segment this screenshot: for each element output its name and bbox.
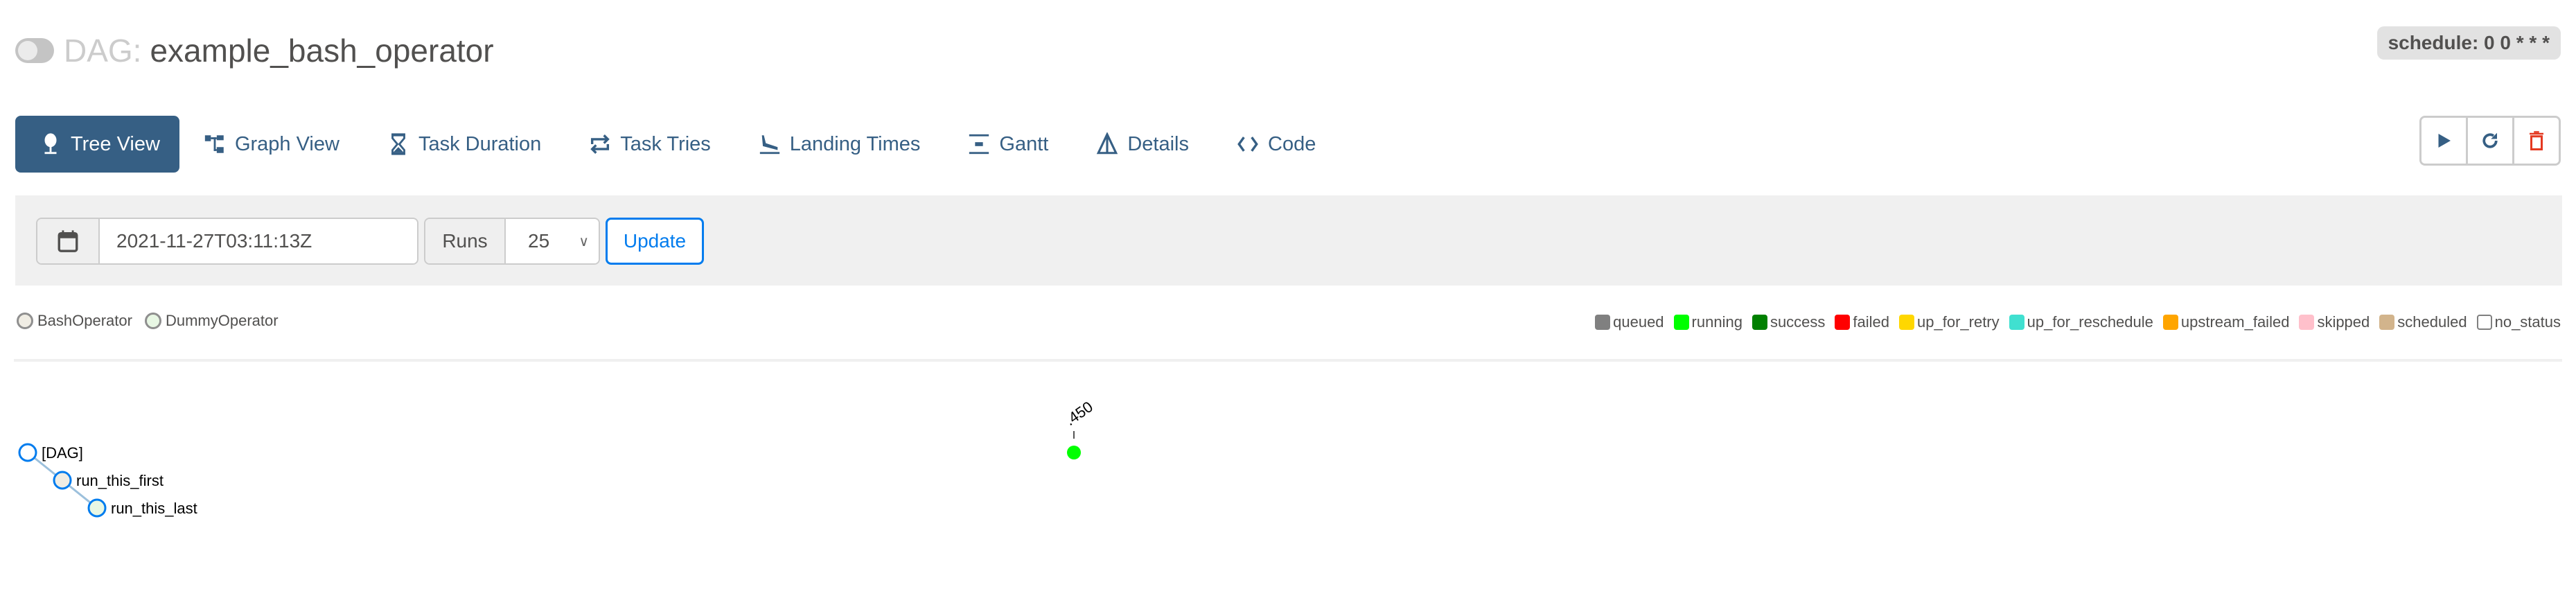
- legend-state-up-for-reschedule: up_for_reschedule: [2009, 313, 2153, 331]
- legend-dummy-operator: DummyOperator: [144, 312, 279, 330]
- state-label: up_for_retry: [1917, 313, 2000, 331]
- delete-dag-button[interactable]: [2512, 118, 2559, 164]
- tab-details[interactable]: Details: [1072, 116, 1212, 173]
- details-icon: [1095, 132, 1119, 156]
- state-swatch: [1899, 315, 1915, 330]
- runs-value: 25: [528, 230, 550, 252]
- tab-gantt[interactable]: Gantt: [944, 116, 1072, 173]
- state-label: queued: [1613, 313, 1664, 331]
- tree-node-label[interactable]: run_this_first: [76, 472, 164, 489]
- divider: [14, 359, 2562, 362]
- legend-state-skipped: skipped: [2299, 313, 2370, 331]
- trash-icon: [2530, 131, 2543, 150]
- tree-node[interactable]: run_this_last: [87, 498, 197, 518]
- state-label: skipped: [2317, 313, 2370, 331]
- tab-label: Gantt: [999, 132, 1049, 155]
- operator-swatch: [144, 313, 161, 329]
- toggle-knob: [18, 41, 37, 60]
- tab-landing-times[interactable]: Landing Times: [734, 116, 944, 173]
- state-swatch: [1835, 315, 1851, 330]
- state-swatch: [1673, 315, 1689, 330]
- state-label: scheduled: [2397, 313, 2467, 331]
- tab-label: Graph View: [234, 132, 339, 155]
- legend-state-up-for-retry: up_for_retry: [1899, 313, 2000, 331]
- dag-title: example_bash_operator: [150, 33, 494, 69]
- dag-run-label[interactable]: .450: [1062, 398, 1096, 429]
- state-swatch: [2299, 315, 2315, 330]
- schedule-badge: schedule: 0 0 * * *: [2376, 26, 2561, 60]
- state-swatch: [2162, 315, 2178, 330]
- legend-state-no-status: no_status: [2476, 313, 2561, 331]
- trigger-dag-button[interactable]: [2421, 118, 2466, 164]
- legend-bash-operator: BashOperator: [17, 312, 132, 330]
- runs-select[interactable]: 25 ∨: [506, 219, 599, 263]
- legend-state-queued: queued: [1595, 313, 1664, 331]
- legend-state-upstream-failed: upstream_failed: [2162, 313, 2290, 331]
- operator-legend: BashOperator DummyOperator: [17, 312, 291, 330]
- filter-bar: Runs 25 ∨ Update: [15, 195, 2562, 286]
- tree-view-canvas: [DAG] run_this_first run_this_last .450: [18, 398, 1096, 518]
- state-swatch: [2476, 315, 2492, 330]
- update-button[interactable]: Update: [606, 218, 704, 265]
- tree-node-circle[interactable]: [87, 498, 107, 518]
- legend-state-scheduled: scheduled: [2379, 313, 2467, 331]
- tree-node-circle[interactable]: [53, 471, 72, 490]
- state-label: success: [1770, 313, 1826, 331]
- dag-header: DAG: example_bash_operator: [15, 32, 494, 69]
- state-label: running: [1691, 313, 1743, 331]
- state-swatch: [2379, 315, 2395, 330]
- tab-task-duration[interactable]: Task Duration: [363, 116, 565, 173]
- dag-prefix: DAG:: [64, 33, 142, 69]
- legend-state-success: success: [1752, 313, 1825, 331]
- tree-node-circle[interactable]: [18, 443, 37, 462]
- refresh-icon: [2482, 132, 2498, 148]
- state-label: upstream_failed: [2180, 313, 2290, 331]
- state-legend: queued running success failed up_for_retry up…: [1585, 313, 2561, 331]
- view-nav: Tree View Graph View Task Duration Task …: [15, 116, 1339, 173]
- legend-state-failed: failed: [1835, 313, 1889, 331]
- dag-run-status-circle[interactable]: [1067, 446, 1081, 459]
- operator-label: DummyOperator: [165, 312, 279, 329]
- gantt-icon: [967, 132, 991, 156]
- tab-label: Task Duration: [418, 132, 542, 155]
- pause-toggle[interactable]: [15, 38, 54, 63]
- tab-label: Code: [1268, 132, 1316, 155]
- play-icon: [2438, 134, 2451, 148]
- calendar-button[interactable]: [37, 219, 100, 263]
- tab-task-tries[interactable]: Task Tries: [565, 116, 734, 173]
- state-label: up_for_reschedule: [2027, 313, 2153, 331]
- chevron-down-icon: ∨: [579, 234, 589, 249]
- legend-state-running: running: [1673, 313, 1743, 331]
- tree-node-label[interactable]: run_this_last: [111, 500, 197, 517]
- tab-code[interactable]: Code: [1212, 116, 1339, 173]
- tab-label: Details: [1127, 132, 1190, 155]
- refresh-button[interactable]: [2466, 118, 2512, 164]
- operator-swatch: [17, 313, 33, 329]
- tab-tree-view[interactable]: Tree View: [15, 116, 179, 173]
- state-swatch: [1595, 315, 1611, 330]
- runs-label: Runs: [425, 219, 506, 263]
- base-date-input[interactable]: [100, 219, 417, 263]
- runs-group: Runs 25 ∨: [424, 218, 600, 265]
- tree-node[interactable]: [DAG]: [18, 443, 83, 462]
- hourglass-icon: [387, 132, 410, 156]
- graph-icon: [203, 132, 227, 156]
- tab-label: Task Tries: [620, 132, 711, 155]
- tab-graph-view[interactable]: Graph View: [179, 116, 363, 173]
- tree-icon: [39, 132, 62, 156]
- state-swatch: [1752, 315, 1767, 330]
- code-icon: [1236, 132, 1260, 156]
- state-swatch: [2009, 315, 2024, 330]
- base-date-group: [36, 218, 418, 265]
- tree-node-label[interactable]: [DAG]: [42, 444, 83, 462]
- operator-label: BashOperator: [37, 312, 132, 329]
- state-label: no_status: [2494, 313, 2561, 331]
- repeat-icon: [588, 132, 612, 156]
- tab-label: Tree View: [71, 132, 160, 155]
- dag-actions: [2419, 116, 2561, 166]
- state-label: failed: [1853, 313, 1890, 331]
- calendar-icon: [58, 230, 78, 252]
- plane-landing-icon: [758, 132, 782, 156]
- tab-label: Landing Times: [789, 132, 921, 155]
